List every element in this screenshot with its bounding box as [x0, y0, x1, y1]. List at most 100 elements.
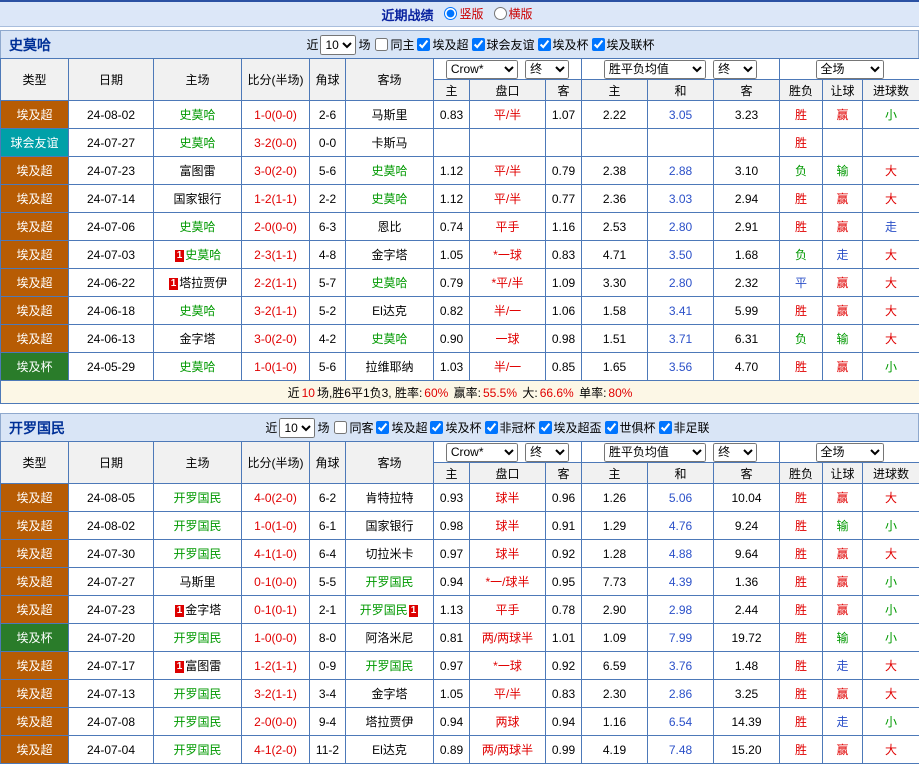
team-link[interactable]: 马斯里 [371, 108, 407, 122]
match-score[interactable]: 4-1(1-0) [241, 539, 310, 568]
team-link[interactable]: 卡斯马 [371, 136, 407, 150]
odds-provider-select[interactable]: Crow* [445, 442, 518, 462]
filter-checkbox[interactable] [334, 420, 348, 434]
fulltime-select[interactable]: 全场 [815, 442, 884, 462]
fulltime-select[interactable]: 全场 [815, 59, 884, 79]
team-link[interactable]: 开罗国民 [173, 547, 221, 561]
match-score[interactable]: 3-2(1-1) [241, 679, 310, 708]
team-link[interactable]: 塔拉贾伊 [365, 715, 413, 729]
team-link[interactable]: 国家银行 [173, 192, 221, 206]
team-link[interactable]: 金字塔 [371, 687, 407, 701]
layout-option[interactable]: 横版 [493, 5, 533, 22]
filter-checkbox[interactable] [430, 420, 444, 434]
recent-games-select[interactable]: 10 [320, 34, 357, 55]
europe-odds-time-select[interactable]: 终 [713, 59, 758, 79]
filter-option[interactable]: 埃及超 [376, 419, 427, 436]
filter-option[interactable]: 世俱杯 [604, 419, 656, 436]
europe-odds-select[interactable]: 胜平负均值 [603, 442, 706, 462]
team-link[interactable]: 开罗国民 [173, 519, 221, 533]
match-score[interactable]: 3-2(0-0) [241, 128, 310, 157]
team-link[interactable]: 富图雷 [179, 164, 215, 178]
team-link[interactable]: 富图雷 [185, 659, 221, 673]
team-link[interactable]: 史莫哈 [371, 164, 407, 178]
team-link[interactable]: 拉维耶纳 [365, 360, 413, 374]
team-link[interactable]: 阿洛米尼 [365, 631, 413, 645]
match-score[interactable]: 2-0(0-0) [241, 707, 310, 736]
team-link[interactable]: 史莫哈 [371, 276, 407, 290]
team-link[interactable]: 史莫哈 [179, 360, 215, 374]
asia-odds-time-select[interactable]: 终 [525, 442, 570, 462]
filter-option[interactable]: 同主 [375, 36, 414, 53]
recent-games-select[interactable]: 10 [279, 417, 316, 438]
match-score[interactable]: 2-2(1-1) [241, 268, 310, 297]
filter-checkbox[interactable] [375, 37, 389, 51]
match-score[interactable]: 1-0(1-0) [241, 352, 310, 381]
match-score[interactable]: 1-2(1-1) [241, 184, 310, 213]
europe-odds-time-select[interactable]: 终 [713, 442, 758, 462]
filter-option[interactable]: 埃及超 [417, 36, 469, 53]
filter-checkbox[interactable] [658, 420, 672, 434]
team-link[interactable]: 史莫哈 [371, 192, 407, 206]
asia-odds-time-select[interactable]: 终 [525, 59, 570, 79]
match-score[interactable]: 4-1(2-0) [241, 735, 310, 764]
layout-radio[interactable] [444, 7, 458, 20]
filter-checkbox[interactable] [376, 420, 390, 434]
layout-radio[interactable] [493, 7, 507, 20]
team-link[interactable]: 恩比 [377, 220, 401, 234]
team-link[interactable]: 开罗国民 [173, 743, 221, 757]
team-link[interactable]: 金字塔 [179, 332, 215, 346]
filter-option[interactable]: 非足联 [658, 419, 710, 436]
filter-option[interactable]: 埃及超盃 [538, 419, 602, 436]
team-link[interactable]: 切拉米卡 [365, 547, 413, 561]
match-score[interactable]: 1-0(1-0) [241, 511, 310, 540]
match-score[interactable]: 1-0(0-0) [241, 100, 310, 129]
filter-checkbox[interactable] [471, 37, 485, 51]
team-link[interactable]: 史莫哈 [179, 220, 215, 234]
filter-option[interactable]: 埃及杯 [430, 419, 482, 436]
team-link[interactable]: 史莫哈 [371, 332, 407, 346]
team-link[interactable]: 开罗国民 [173, 631, 221, 645]
filter-option[interactable]: 埃及杯 [537, 36, 589, 53]
team-link[interactable]: 开罗国民 [360, 603, 408, 617]
europe-odds-select[interactable]: 胜平负均值 [603, 59, 706, 79]
team-link[interactable]: 塔拉贾伊 [179, 276, 227, 290]
team-link[interactable]: El达克 [372, 304, 407, 318]
filter-checkbox[interactable] [591, 37, 605, 51]
team-link[interactable]: 金字塔 [371, 248, 407, 262]
odds-provider-select[interactable]: Crow* [445, 59, 518, 79]
match-score[interactable]: 3-2(1-1) [241, 296, 310, 325]
team-link[interactable]: 开罗国民 [365, 659, 413, 673]
team-link[interactable]: 马斯里 [179, 575, 215, 589]
filter-checkbox[interactable] [417, 37, 431, 51]
filter-checkbox[interactable] [538, 420, 552, 434]
filter-checkbox[interactable] [604, 420, 618, 434]
match-score[interactable]: 0-1(0-0) [241, 567, 310, 596]
team-link[interactable]: 国家银行 [365, 519, 413, 533]
match-score[interactable]: 2-0(0-0) [241, 212, 310, 241]
team-link[interactable]: 史莫哈 [179, 108, 215, 122]
filter-option[interactable]: 埃及联杯 [591, 36, 655, 53]
team-link[interactable]: El达克 [372, 743, 407, 757]
team-link[interactable]: 史莫哈 [179, 136, 215, 150]
filter-checkbox[interactable] [537, 37, 551, 51]
filter-option[interactable]: 球会友谊 [471, 36, 535, 53]
layout-option[interactable]: 竖版 [444, 5, 484, 22]
match-score[interactable]: 1-2(1-1) [241, 651, 310, 680]
filter-checkbox[interactable] [484, 420, 498, 434]
team-link[interactable]: 史莫哈 [179, 304, 215, 318]
team-link[interactable]: 史莫哈 [185, 248, 221, 262]
filter-option[interactable]: 非冠杯 [484, 419, 536, 436]
team-link[interactable]: 开罗国民 [173, 491, 221, 505]
team-link[interactable]: 肯特拉特 [365, 491, 413, 505]
match-score[interactable]: 2-3(1-1) [241, 240, 310, 269]
team-link[interactable]: 金字塔 [185, 603, 221, 617]
match-score[interactable]: 4-0(2-0) [241, 483, 310, 512]
team-link[interactable]: 开罗国民 [173, 687, 221, 701]
team-link[interactable]: 开罗国民 [173, 715, 221, 729]
match-score[interactable]: 3-0(2-0) [241, 156, 310, 185]
match-score[interactable]: 3-0(2-0) [241, 324, 310, 353]
filter-option[interactable]: 同客 [334, 419, 373, 436]
match-score[interactable]: 1-0(0-0) [241, 623, 310, 652]
team-link[interactable]: 开罗国民 [365, 575, 413, 589]
match-score[interactable]: 0-1(0-1) [241, 595, 310, 624]
